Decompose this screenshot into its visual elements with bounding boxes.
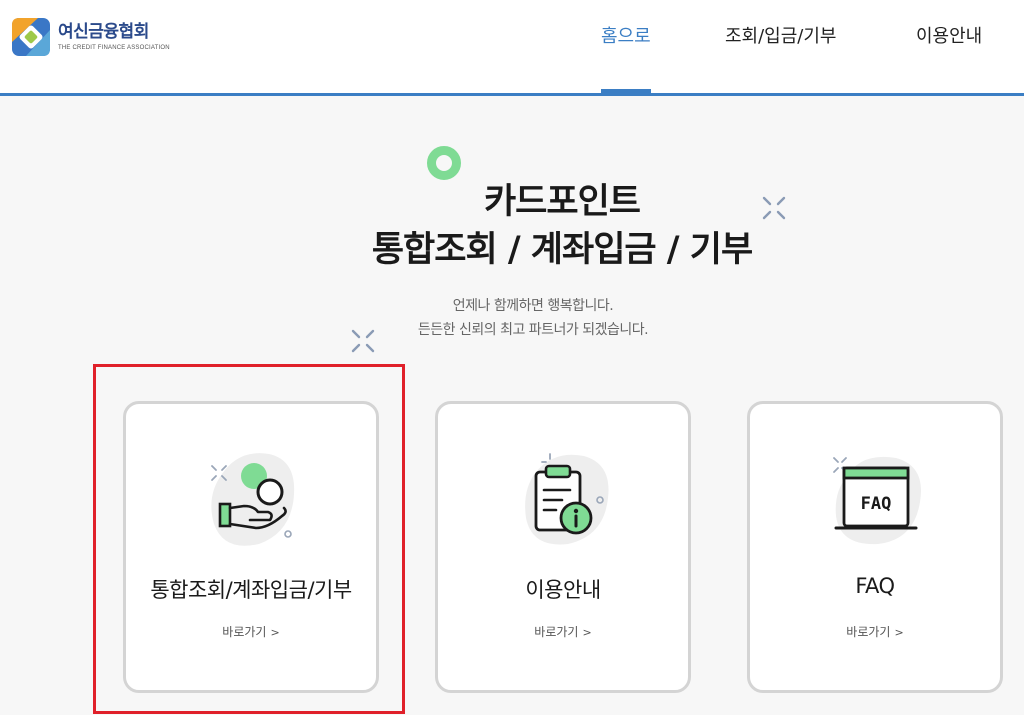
card-go-label: 바로가기 <box>222 625 267 639</box>
nav-home-label: 홈으로 <box>601 26 651 47</box>
nav-inquiry-deposit-donation[interactable]: 조회/입금/기부 <box>725 22 837 93</box>
logo-link[interactable]: 여신금융협회 THE CREDIT FINANCE ASSOCIATION <box>12 18 170 56</box>
hero-subtitle-line2: 든든한 신뢰의 최고 파트너가 되겠습니다. <box>417 322 649 338</box>
card-go-link[interactable]: 바로가기 > <box>438 623 688 640</box>
hero-title: 카드포인트 통합조회 / 계좌입금 / 기부 <box>300 178 824 274</box>
nav-inquiry-label: 조회/입금/기부 <box>725 26 837 47</box>
nav-home[interactable]: 홈으로 <box>601 22 651 93</box>
chevron-right-icon: > <box>270 626 280 639</box>
faq-screen-icon: FAQ <box>833 456 921 545</box>
nav-guide-label: 이용안내 <box>916 26 983 47</box>
clipboard-info-icon <box>525 453 609 545</box>
nav-guide[interactable]: 이용안내 <box>916 22 982 93</box>
nav-active-indicator <box>601 89 651 93</box>
card-guide[interactable]: 이용안내 바로가기 > <box>435 401 691 693</box>
hero-subtitle-line1: 언제나 함께하면 행복합니다. <box>452 298 614 314</box>
logo-name: 여신금융협회 <box>58 21 149 42</box>
site-header: 여신금융협회 THE CREDIT FINANCE ASSOCIATION 홈으… <box>0 0 1024 96</box>
card-inquiry-deposit-donation[interactable]: 통합조회/계좌입금/기부 바로가기 > <box>123 401 379 693</box>
card-go-label: 바로가기 <box>534 625 579 639</box>
decorative-ring-icon <box>427 146 461 180</box>
card-go-link[interactable]: 바로가기 > <box>750 623 1000 640</box>
svg-text:FAQ: FAQ <box>861 494 892 514</box>
logo-mark-icon <box>12 18 50 56</box>
card-title: FAQ <box>855 574 895 598</box>
card-title: 이용안내 <box>525 578 601 602</box>
logo-subtitle: THE CREDIT FINANCE ASSOCIATION <box>58 44 170 51</box>
card-go-link[interactable]: 바로가기 > <box>126 623 376 640</box>
hand-coin-icon <box>211 453 295 546</box>
card-go-label: 바로가기 <box>846 625 891 639</box>
hero-title-line2: 통합조회 / 계좌입금 / 기부 <box>371 230 753 270</box>
chevron-right-icon: > <box>894 626 904 639</box>
hero-subtitle: 언제나 함께하면 행복합니다. 든든한 신뢰의 최고 파트너가 되겠습니다. <box>300 294 766 342</box>
card-title: 통합조회/계좌입금/기부 <box>150 578 352 602</box>
hero-title-line1: 카드포인트 <box>483 182 641 222</box>
card-faq[interactable]: FAQ FAQ 바로가기 > <box>747 401 1003 693</box>
chevron-right-icon: > <box>582 626 592 639</box>
